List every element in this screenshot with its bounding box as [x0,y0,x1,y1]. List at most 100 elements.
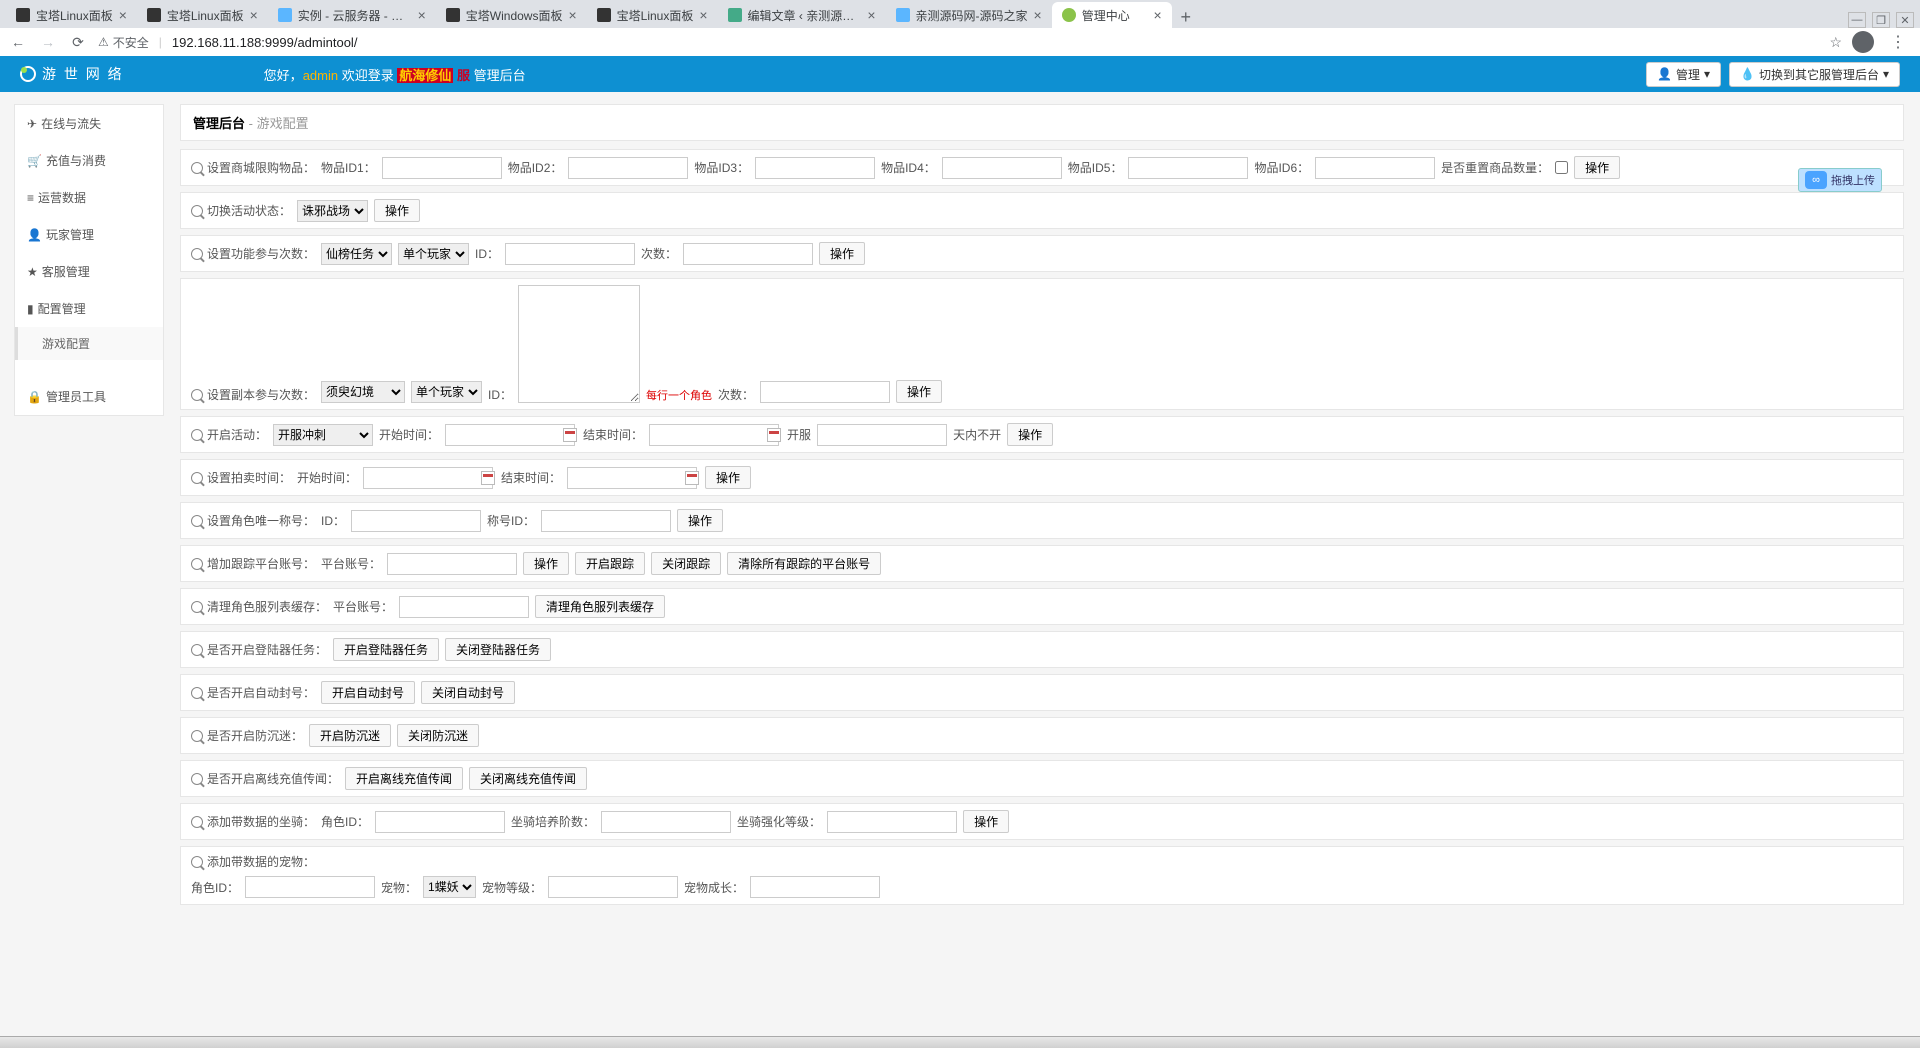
mount-level-input[interactable] [601,811,731,833]
upload-widget[interactable]: ∞ 拖拽上传 [1798,168,1882,192]
anti-off-button[interactable]: 关闭防沉迷 [397,724,479,747]
tab-2[interactable]: 实例 - 云服务器 - 控制台× [268,2,436,28]
cache-account-input[interactable] [399,596,529,618]
logintask-off-button[interactable]: 关闭登陆器任务 [445,638,551,661]
auction-end-input[interactable] [567,467,697,489]
copy-id-textarea[interactable] [518,285,640,403]
copy-type-select[interactable]: 须臾幻境 [321,381,405,403]
manage-button[interactable]: 👤 管理 ▾ [1646,62,1721,87]
sidebar-item-opdata[interactable]: ≡ 运营数据 [15,179,163,216]
reset-checkbox[interactable] [1555,161,1568,174]
mount-action-button[interactable]: 操作 [963,810,1009,833]
item-id1-input[interactable] [382,157,502,179]
track-on-button[interactable]: 开启跟踪 [575,552,645,575]
taskbar [0,1036,1920,1048]
minimize-icon[interactable]: — [1848,12,1866,28]
func-type-select[interactable]: 仙榜任务 [321,243,392,265]
offline-on-button[interactable]: 开启离线充值传闻 [345,767,463,790]
title-id-input[interactable] [541,510,671,532]
tab-5[interactable]: 编辑文章 ‹ 亲测源码网 — W…× [718,2,886,28]
reload-icon[interactable]: ⟳ [68,32,88,52]
switch-server-button[interactable]: 💧 切换到其它服管理后台 ▾ [1729,62,1900,87]
start-time-input[interactable] [445,424,575,446]
track-off-button[interactable]: 关闭跟踪 [651,552,721,575]
tab-1[interactable]: 宝塔Linux面板× [137,2,268,28]
func-scope-select[interactable]: 单个玩家 [398,243,469,265]
close-window-icon[interactable]: ✕ [1896,12,1914,28]
item-id4-input[interactable] [942,157,1062,179]
copy-action-button[interactable]: 操作 [896,380,942,403]
sidebar-item-player[interactable]: 👤 玩家管理 [15,216,163,253]
panel-add-pet: 添加带数据的宠物： 角色ID： 宠物：1蝶妖 宠物等级： 宠物成长： [180,846,1904,905]
track-account-input[interactable] [387,553,517,575]
shop-action-button[interactable]: 操作 [1574,156,1620,179]
offline-off-button[interactable]: 关闭离线充值传闻 [469,767,587,790]
new-tab-button[interactable]: + [1172,7,1200,28]
pet-level-input[interactable] [548,876,678,898]
copy-count-input[interactable] [760,381,890,403]
address-bar[interactable]: 192.168.11.188:9999/admintool/ [172,35,358,50]
tab-0[interactable]: 宝塔Linux面板× [6,2,137,28]
track-action-button[interactable]: 操作 [523,552,569,575]
item-id5-input[interactable] [1128,157,1248,179]
close-icon[interactable]: × [699,7,707,23]
anti-on-button[interactable]: 开启防沉迷 [309,724,391,747]
close-icon[interactable]: × [250,7,258,23]
auction-start-input[interactable] [363,467,493,489]
search-icon [191,162,203,174]
open-days-input[interactable] [817,424,947,446]
end-time-input[interactable] [649,424,779,446]
close-icon[interactable]: × [867,7,875,23]
sidebar-item-online[interactable]: ✈ 在线与流失 [15,105,163,142]
autoban-off-button[interactable]: 关闭自动封号 [421,681,515,704]
bookmark-icon[interactable]: ☆ [1829,34,1842,51]
maximize-icon[interactable]: ❐ [1872,12,1890,28]
tab-4[interactable]: 宝塔Linux面板× [587,2,718,28]
func-id-input[interactable] [505,243,635,265]
autoban-on-button[interactable]: 开启自动封号 [321,681,415,704]
page-title: 管理后台 - 游戏配置 [180,104,1904,141]
copy-scope-select[interactable]: 单个玩家 [411,381,482,403]
start-activity-select[interactable]: 开服冲刺 [273,424,373,446]
sidebar-item-admintool[interactable]: 🔒 管理员工具 [15,378,163,415]
welcome-text: 您好，admin 欢迎登录 航海修仙 服 管理后台 [264,65,526,84]
sidebar-sub-gameconfig[interactable]: 游戏配置 [15,327,163,360]
forward-icon: → [38,32,58,52]
pet-select[interactable]: 1蝶妖 [423,876,476,898]
activity-select[interactable]: 诛邪战场 [297,200,368,222]
pet-role-input[interactable] [245,876,375,898]
tab-7[interactable]: 管理中心× [1052,2,1172,28]
activity-action-button[interactable]: 操作 [374,199,420,222]
sidebar-item-config[interactable]: ▮ 配置管理 [15,290,163,327]
pet-grow-input[interactable] [750,876,880,898]
close-icon[interactable]: × [418,7,426,23]
back-icon[interactable]: ← [8,32,28,52]
profile-icon[interactable] [1852,31,1874,53]
sidebar-item-recharge[interactable]: 🛒 充值与消费 [15,142,163,179]
start-action-button[interactable]: 操作 [1007,423,1053,446]
unique-id-input[interactable] [351,510,481,532]
close-icon[interactable]: × [1034,7,1042,23]
tab-3[interactable]: 宝塔Windows面板× [436,2,587,28]
menu-icon[interactable]: ⋮ [1884,32,1912,52]
close-icon[interactable]: × [568,7,576,23]
tab-6[interactable]: 亲测源码网-源码之家× [886,2,1052,28]
mount-role-input[interactable] [375,811,505,833]
mount-strength-input[interactable] [827,811,957,833]
track-clear-button[interactable]: 清除所有跟踪的平台账号 [727,552,881,575]
auction-action-button[interactable]: 操作 [705,466,751,489]
sidebar-item-cs[interactable]: ★ 客服管理 [15,253,163,290]
item-id2-input[interactable] [568,157,688,179]
logintask-on-button[interactable]: 开启登陆器任务 [333,638,439,661]
unique-action-button[interactable]: 操作 [677,509,723,532]
close-icon[interactable]: × [1154,7,1162,23]
close-icon[interactable]: × [119,7,127,23]
search-icon [191,558,203,570]
func-count-input[interactable] [683,243,813,265]
func-action-button[interactable]: 操作 [819,242,865,265]
item-id3-input[interactable] [755,157,875,179]
cache-clear-button[interactable]: 清理角色服列表缓存 [535,595,665,618]
item-id6-input[interactable] [1315,157,1435,179]
panel-clear-cache: 清理角色服列表缓存： 平台账号： 清理角色服列表缓存 [180,588,1904,625]
security-indicator[interactable]: ⚠ 不安全 [98,34,149,51]
